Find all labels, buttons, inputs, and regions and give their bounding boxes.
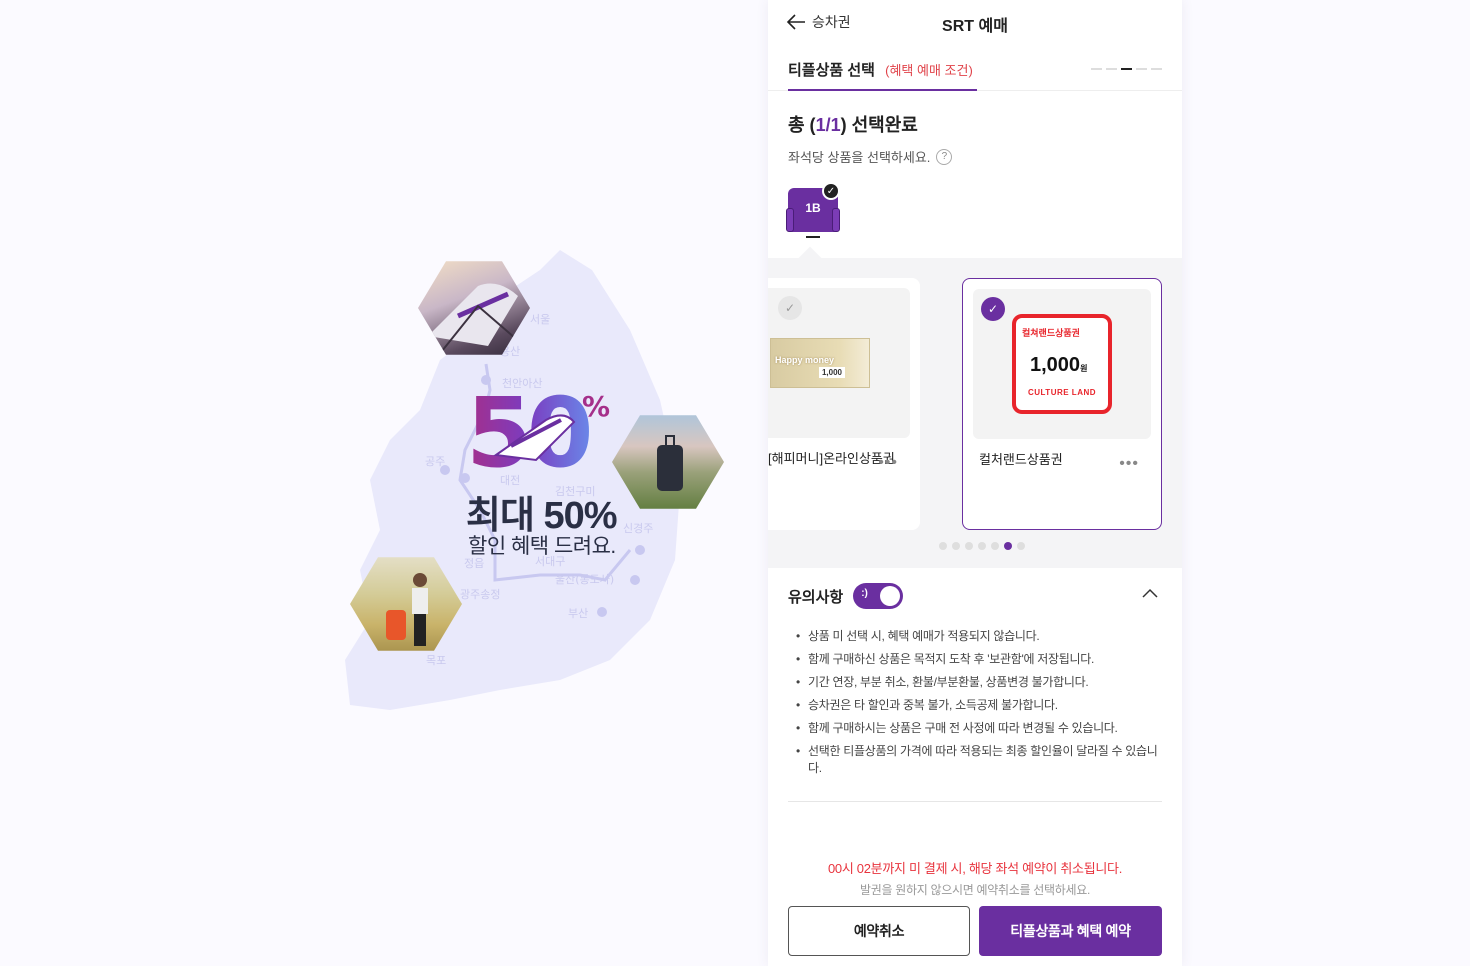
product-name: [해피머니]온라인상품권	[768, 451, 895, 466]
notice-toggle[interactable]: :)	[853, 583, 904, 609]
promo-banner: 서울 용산 천안아산 공주 대전 김천구미 신경주 정읍 서대구 광주송정 울산…	[0, 0, 768, 966]
happymoney-ticket-image: Happy money 1,000	[770, 338, 870, 388]
tab-label: 티플상품 선택	[788, 62, 875, 79]
top-bar: 승차권 SRT 예매	[768, 0, 1182, 44]
step-indicator	[1091, 68, 1162, 70]
notice-list: 상품 미 선택 시, 혜택 예매가 적용되지 않습니다. 함께 구매하신 상품은…	[788, 628, 1162, 802]
seat-active-indicator	[806, 236, 820, 238]
cancel-reservation-button[interactable]: 예약취소	[788, 906, 970, 956]
step-dot	[1136, 68, 1147, 70]
product-carousel[interactable]: Happy money 1,000 ✓ [해피머니]온라인상품권 ••• 컬쳐랜…	[768, 246, 1182, 568]
smile-icon: :)	[861, 588, 868, 599]
step-dot	[1106, 68, 1117, 70]
carousel-dot-active[interactable]	[1004, 542, 1012, 550]
notice-item: 기간 연장, 부분 취소, 환불/부분환불, 상품변경 불가합니다.	[796, 674, 1162, 691]
notice-item: 상품 미 선택 시, 혜택 예매가 적용되지 않습니다.	[796, 628, 1162, 645]
map-label: 목포	[426, 654, 446, 667]
notice-item: 함께 구매하시는 상품은 구매 전 사정에 따라 변경될 수 있습니다.	[796, 720, 1162, 737]
step-dot	[1091, 68, 1102, 70]
product-card-cultureland[interactable]: 컬쳐랜드상품권 1,000원 CULTURE LAND ✓ 컬처랜드상품권 ••…	[962, 278, 1162, 530]
carousel-dot[interactable]	[952, 542, 960, 550]
notice-item: 함께 구매하신 상품은 목적지 도착 후 '보관함'에 저장됩니다.	[796, 651, 1162, 668]
seat-label: 1B	[805, 201, 821, 215]
carousel-dot[interactable]	[991, 542, 999, 550]
selection-hint: 좌석당 상품을 선택하세요. ?	[788, 147, 1162, 166]
step-dot-active	[1121, 68, 1132, 70]
map-label: 부산	[568, 607, 588, 620]
notice-label: 유의사항	[788, 588, 844, 606]
notice-section: 유의사항 :) 상품 미 선택 시, 혜택 예매가 적용되지 않습니다. 함께 …	[768, 568, 1182, 802]
chevron-up-icon[interactable]	[1142, 588, 1158, 598]
step-bar: 티플상품 선택 (혜택 예매 조건)	[768, 44, 1182, 91]
map-label: 신경주	[623, 522, 653, 535]
map-label: 울산(통도사)	[555, 573, 614, 586]
selection-status: 총 (1/1) 선택완료	[788, 115, 918, 135]
check-icon[interactable]: ✓	[778, 296, 802, 320]
cultureland-ticket-image: 컬쳐랜드상품권 1,000원 CULTURE LAND	[1012, 314, 1112, 414]
action-buttons: 예약취소 티플상품과 혜택 예약	[788, 906, 1162, 956]
page-title: SRT 예매	[942, 18, 1008, 35]
seat-button-1b[interactable]: 1B ✓	[786, 182, 840, 240]
check-icon[interactable]: ✓	[981, 297, 1005, 321]
hint-text: 좌석당 상품을 선택하세요.	[788, 150, 931, 165]
map-label: 공주	[425, 455, 445, 468]
check-icon: ✓	[822, 182, 840, 200]
carousel-pagination	[768, 542, 1182, 550]
cancel-guide: 발권을 원하지 않으시면 예약취소를 선택하세요.	[860, 883, 1090, 897]
percent-text: %	[582, 390, 610, 423]
tab-product-select[interactable]: 티플상품 선택 (혜택 예매 조건)	[788, 59, 977, 91]
more-icon[interactable]: •••	[1119, 455, 1139, 473]
carousel-dot[interactable]	[1017, 542, 1025, 550]
selection-count: 1/1	[815, 115, 841, 135]
carousel-dot[interactable]	[978, 542, 986, 550]
notice-header: 유의사항 :)	[788, 568, 1162, 624]
payment-warning: 00시 02분까지 미 결제 시, 해당 좌석 예약이 취소됩니다. 발권을 원…	[768, 858, 1182, 898]
step-dot	[1151, 68, 1162, 70]
page: 서울 용산 천안아산 공주 대전 김천구미 신경주 정읍 서대구 광주송정 울산…	[0, 0, 1470, 966]
book-with-product-button[interactable]: 티플상품과 혜택 예약	[979, 906, 1162, 956]
deadline-warning: 00시 02분까지 미 결제 시, 해당 좌석 예약이 취소됩니다.	[827, 861, 1123, 876]
help-icon[interactable]: ?	[936, 148, 953, 165]
fifty-percent-graphic: 50 %	[466, 377, 616, 489]
booking-panel: 승차권 SRT 예매 티플상품 선택 (혜택 예매 조건) 총 (1/1) 선택…	[768, 0, 1182, 966]
notice-item: 승차권은 타 할인과 중복 불가, 소득공제 불가합니다.	[796, 697, 1162, 714]
selection-summary: 총 (1/1) 선택완료 좌석당 상품을 선택하세요. ? 1B ✓	[768, 91, 1182, 258]
product-name: 컬처랜드상품권	[979, 452, 1063, 467]
map-label: 광주송정	[460, 588, 500, 601]
more-icon[interactable]: •••	[878, 454, 898, 472]
product-card-happymoney[interactable]: Happy money 1,000 ✓ [해피머니]온라인상품권 •••	[768, 278, 920, 530]
carousel-dot[interactable]	[939, 542, 947, 550]
carousel-dot[interactable]	[965, 542, 973, 550]
toggle-knob	[880, 586, 901, 606]
notice-item: 선택한 티플상품의 가격에 따라 적용되는 최종 할인율이 달라질 수 있습니다…	[796, 743, 1162, 777]
benefit-condition-link[interactable]: (혜택 예매 조건)	[885, 63, 973, 78]
map-label: 서울	[530, 313, 550, 326]
promo-subtitle: 할인 혜택 드려요.	[468, 535, 616, 558]
